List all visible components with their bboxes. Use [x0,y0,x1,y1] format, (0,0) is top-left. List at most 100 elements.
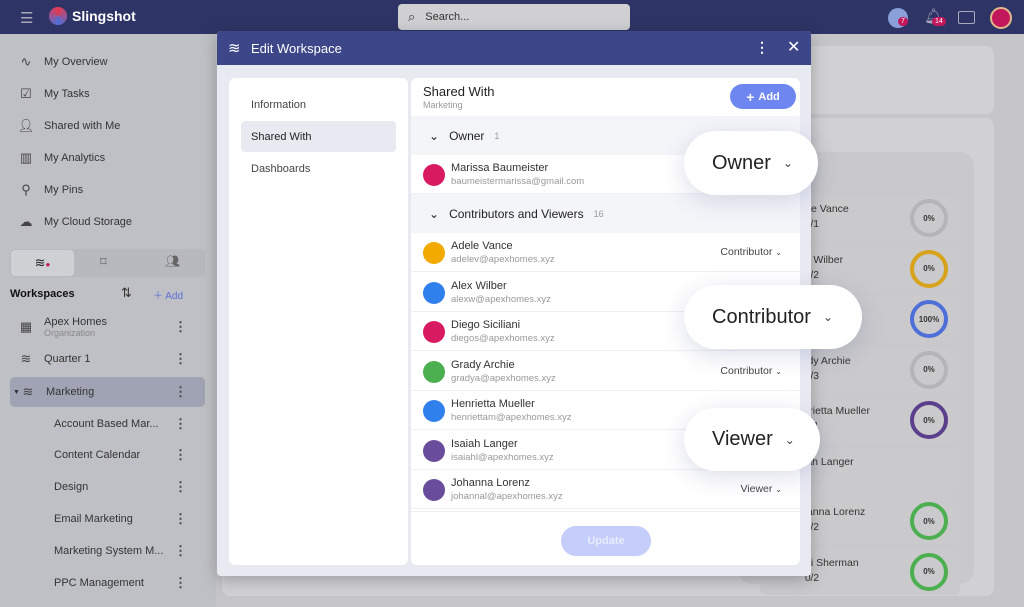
bookmark-icon[interactable]: ⌑ [100,254,107,270]
close-icon[interactable]: ✕ [787,37,800,57]
member-row[interactable]: Grady Archie gradya@apexhomes.xyz Contri… [411,352,800,391]
hamburger-menu-icon[interactable]: ☰ [20,9,33,27]
callout-label: Contributor [712,305,811,328]
child-workspace[interactable]: Email Marketing ⋮ [10,504,205,534]
more-icon[interactable]: ⋮ [755,39,769,56]
layers-icon: ≋ [22,384,34,399]
profile-avatar[interactable] [990,7,1012,29]
nav-label: My Analytics [44,152,106,164]
slingshot-logo-icon [49,7,67,25]
progress-ring: 0% [910,502,948,540]
modal-header: ≋ Edit Workspace ⋮ ✕ [217,31,811,65]
sidebar-tabs: ≋● ⌑ 👥︎ [10,249,205,277]
workspace-apex-homes[interactable]: ▦ Apex Homes Organization ⋮ [10,312,205,342]
panel-title: Shared With [423,84,495,99]
tab-dashboards[interactable]: Dashboards [241,153,396,184]
avatar [423,360,445,383]
person-name: Adele Vance [451,240,513,252]
child-workspace[interactable]: Content Calendar ⋮ [10,440,205,470]
avatar [423,281,445,304]
sort-icon[interactable]: ⇅ [121,285,132,301]
search-icon: ⌕ [408,9,416,24]
workspaces-tab[interactable]: ≋● [11,250,74,276]
tab-information[interactable]: Information [241,89,396,120]
person-email: henriettam@apexhomes.xyz [451,412,572,423]
nav-my-cloud-storage[interactable]: ☁︎ My Cloud Storage [18,212,133,232]
workspace-marketing[interactable]: ▼ ≋ Marketing ⋮ [10,377,205,407]
child-workspace[interactable]: PPC Management ⋮ [10,568,205,598]
contributor-role-callout[interactable]: Contributor ⌄ [684,285,862,349]
add-workspace-button[interactable]: ＋ Add [153,287,183,302]
nav-shared-with-me[interactable]: 👤︎ Shared with Me [18,116,121,136]
person-email: gradya@apexhomes.xyz [451,372,556,384]
update-button[interactable]: Update [561,526,651,556]
more-icon[interactable]: ⋮ [174,511,187,527]
chevron-down-icon: ⌄ [775,485,782,494]
workspace-label: Marketing System M... [54,545,164,557]
nav-my-overview[interactable]: ∿ My Overview [18,52,108,72]
person-name: Isaiah Langer [451,437,518,450]
workspace-label: Design [54,481,89,493]
person-email: alexw@apexhomes.xyz [451,293,551,305]
nav-my-tasks[interactable]: ☑ My Tasks [18,84,89,104]
role-dropdown[interactable]: Viewer ⌄ [740,483,782,495]
chevron-down-icon: ⌄ [782,156,793,170]
caret-down-icon[interactable]: ▼ [13,389,20,396]
plus-icon: + [746,88,755,105]
callout-label: Viewer [712,428,773,450]
person-email: johannal@apexhomes.xyz [451,491,563,502]
workspace-quarter-1[interactable]: ≋ Quarter 1 ⋮ [10,344,205,374]
more-icon[interactable]: ⋮ [174,543,187,559]
modal-title: Edit Workspace [251,41,342,56]
progress-ring: 100% [910,300,948,338]
more-icon[interactable]: ⋮ [174,416,187,432]
chat-icon[interactable] [958,11,975,24]
member-row[interactable]: Johanna Lorenz johannal@apexhomes.xyz Vi… [411,470,800,509]
callout-label: Owner [712,151,771,174]
modal-footer: Update [411,511,800,565]
role-dropdown[interactable]: Contributor ⌄ [720,246,782,258]
layers-icon: ≋ [34,255,46,270]
chevron-down-icon: ⌄ [784,432,795,447]
more-icon[interactable]: ⋮ [174,447,187,463]
nav-my-analytics[interactable]: ▥ My Analytics [18,148,105,168]
bell-icon[interactable]: 🔔︎ 14 [924,7,946,26]
search-placeholder: Search... [425,11,470,23]
child-workspace[interactable]: Marketing System M... ⋮ [10,536,205,566]
nav-my-pins[interactable]: ⚲ My Pins [18,180,83,200]
contributors-section-header[interactable]: ⌄ Contributors and Viewers 16 [411,194,800,233]
add-label: Add [165,291,184,302]
more-icon[interactable]: ⋮ [174,319,187,335]
role-label: Contributor [720,246,773,258]
more-icon[interactable]: ⋮ [174,575,187,591]
more-icon[interactable]: ⋮ [174,384,187,400]
person-name: Marissa Baumeister [451,162,549,174]
section-count: 16 [593,208,604,219]
add-button[interactable]: + Add [730,84,796,109]
avatar [423,400,445,422]
viewer-role-callout[interactable]: Viewer ⌄ [684,408,820,471]
nav-label: My Overview [44,56,108,68]
modal-tabs: Information Shared With Dashboards [229,78,408,565]
search-input[interactable]: ⌕ Search... [398,4,630,30]
progress-ring: 0% [910,401,948,439]
tab-shared-with[interactable]: Shared With [241,121,396,152]
chevron-down-icon: ⌄ [775,248,782,257]
app-name: Slingshot [72,8,136,24]
child-workspace[interactable]: Design ⋮ [10,472,205,502]
top-bar: ☰ Slingshot ⌕ Search... 7 🔔︎ 14 [0,0,1024,34]
more-icon[interactable]: ⋮ [174,351,187,367]
member-row[interactable]: Adele Vance adelev@apexhomes.xyz Contrib… [411,233,800,272]
notification-badge: 14 [932,17,946,26]
avatar [423,242,445,264]
more-icon[interactable]: ⋮ [174,479,187,495]
panel-subtitle: Marketing [423,100,463,110]
child-workspace[interactable]: Account Based Mar... ⋮ [10,409,205,439]
user-avatar[interactable]: 7 [888,8,908,28]
owner-role-callout[interactable]: Owner ⌄ [684,131,818,195]
users-icon[interactable]: 👥︎ [165,254,180,268]
chevron-down-icon: ⌄ [429,128,440,143]
role-dropdown[interactable]: Contributor ⌄ [720,365,782,377]
person-email: baumeistermarissa@gmail.com [451,176,585,187]
section-label: Contributors and Viewers [449,206,584,221]
